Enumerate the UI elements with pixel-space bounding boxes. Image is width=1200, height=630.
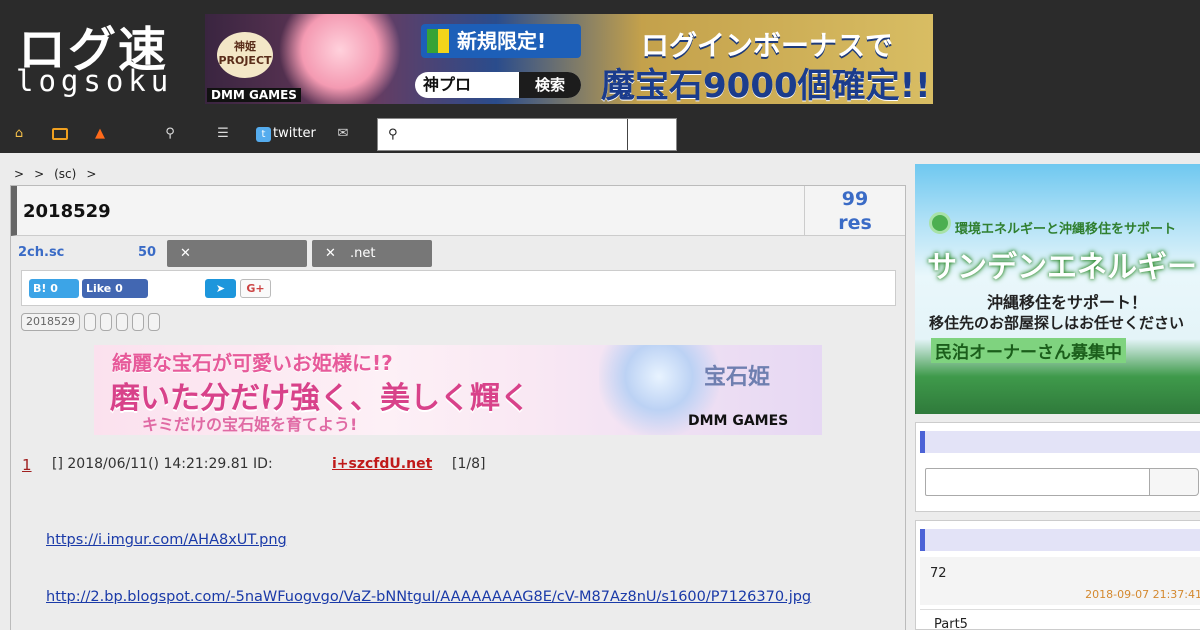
mid-banner-line-1: 綺麗な宝石が可愛いお姫様に!? <box>112 351 393 375</box>
zoom-icon[interactable]: ⚲ <box>162 127 178 141</box>
filter-button-1[interactable]: ✕ <box>167 240 307 267</box>
share-bar: B! 0 Like 0 ➤ G+ <box>21 270 896 306</box>
list-item-title: Part5 <box>934 617 968 630</box>
banner-search-button: 検索 <box>519 72 581 98</box>
twitter-icon: t <box>256 126 271 142</box>
home-icon[interactable]: ⌂ <box>11 127 27 141</box>
post-number[interactable]: 1 <box>22 456 32 474</box>
tag-list: 2018529 <box>21 313 160 333</box>
list-item[interactable]: Part5 <box>920 609 1200 630</box>
board-row: 2ch.sc 50 ✕ ✕ .net <box>11 239 905 267</box>
post-link[interactable]: http://2.bp.blogspot.com/-5naWFuogvgo/Va… <box>46 589 811 605</box>
side-ad-line-1: 環境エネルギーと沖縄移住をサポート <box>955 222 1177 237</box>
board-link[interactable]: 2ch.sc <box>18 245 64 260</box>
breadcrumb-item[interactable]: > <box>86 167 96 181</box>
search-divider <box>627 119 628 150</box>
close-icon: ✕ <box>180 246 191 261</box>
thread-title-bar: 2018529 99 res <box>11 186 905 236</box>
post-id-count: [1/8] <box>452 456 486 472</box>
tag-chip[interactable] <box>84 313 96 331</box>
tag-chip[interactable] <box>116 313 128 331</box>
tag-chip[interactable] <box>100 313 112 331</box>
facebook-like-button[interactable]: Like 0 <box>82 279 148 298</box>
thread-title: 2018529 <box>23 201 111 222</box>
res-count-number: 99 <box>841 188 869 210</box>
breadcrumb: > > (sc) > <box>14 167 96 181</box>
site-header: ログ速 logsoku 神姫 PROJECT DMM GAMES 新規限定! 神… <box>0 0 1200 153</box>
list-item-title: 72 <box>930 566 947 581</box>
res-count[interactable]: 99 res <box>804 186 905 235</box>
main-nav: ⌂ ▲ ⚲ ☰ t twitter ✉ ⚲ <box>0 118 1200 152</box>
side-ad-line-2: サンデンエネルギー <box>927 250 1197 285</box>
mail-icon[interactable]: ✉ <box>335 127 351 141</box>
search-icon: ⚲ <box>388 127 398 142</box>
sidebar-search-input[interactable] <box>925 468 1150 496</box>
hatena-bookmark-button[interactable]: B! 0 <box>29 279 79 298</box>
mid-banner-game-logo: 宝石姫 <box>704 365 771 390</box>
breadcrumb-item[interactable]: > <box>14 167 24 181</box>
sidebar-list-header <box>920 529 1200 551</box>
side-ad-line-5: 民泊オーナーさん募集中 <box>931 338 1126 363</box>
thread-panel: 2018529 99 res 2ch.sc 50 ✕ ✕ .net B! 0 L… <box>10 185 906 630</box>
list-item-date: 2018-09-07 21:37:41 <box>1085 588 1200 601</box>
twitter-share-button[interactable]: ➤ <box>205 279 236 298</box>
filter-button-label: .net <box>350 246 376 261</box>
tag-chip[interactable] <box>148 313 160 331</box>
beginner-mark-icon <box>427 29 449 53</box>
post-link[interactable]: https://i.imgur.com/AHA8xUT.png <box>46 532 287 548</box>
banner-search-text: 神プロ <box>423 75 472 94</box>
search-input[interactable] <box>408 121 626 149</box>
banner-game-logo: 神姫 PROJECT <box>217 32 273 78</box>
filter-button-2[interactable]: ✕ .net <box>312 240 432 267</box>
post-user-id[interactable]: i+szcfdU.net <box>332 456 432 472</box>
top-ad-banner[interactable]: 神姫 PROJECT DMM GAMES 新規限定! 神プロ 検索 ログインボー… <box>205 14 933 104</box>
close-icon: ✕ <box>325 246 336 261</box>
sidebar-thread-list: 72 2018-09-07 21:37:41 Part5 <box>915 520 1200 630</box>
sidebar-search-button[interactable] <box>1149 468 1199 496</box>
flower-icon <box>929 212 951 234</box>
tag-chip[interactable] <box>132 313 144 331</box>
breadcrumb-item[interactable]: (sc) <box>54 167 76 181</box>
side-ad-line-4: 移住先のお部屋探しはお任せください <box>929 314 1185 332</box>
banner-dmm-logo: DMM GAMES <box>207 88 301 102</box>
list-icon[interactable]: ☰ <box>215 127 231 141</box>
mid-banner-line-3: キミだけの宝石姫を育てよう! <box>142 415 358 434</box>
google-plus-button[interactable]: G+ <box>240 279 271 298</box>
banner-headline-2: 魔宝石9000個確定!! <box>601 66 931 104</box>
logo-en: logsoku <box>16 64 174 98</box>
site-search: ⚲ <box>377 118 677 151</box>
site-logo[interactable]: ログ速 logsoku <box>14 8 189 103</box>
sidebar-search-box <box>915 422 1200 512</box>
fire-icon[interactable]: ▲ <box>92 127 108 141</box>
nav-twitter-link[interactable]: t twitter <box>256 125 316 143</box>
sidebar-search-header <box>920 431 1200 453</box>
tv-icon[interactable] <box>52 128 68 140</box>
list-item[interactable]: 72 2018-09-07 21:37:41 <box>920 557 1200 605</box>
breadcrumb-item[interactable]: > <box>34 167 44 181</box>
tag-chip[interactable]: 2018529 <box>21 313 80 331</box>
mid-banner-dmm-logo: DMM GAMES <box>688 413 789 429</box>
side-ad-line-3: 沖縄移住をサポート！ <box>987 293 1148 312</box>
mid-ad-banner[interactable]: 綺麗な宝石が可愛いお姫様に!? 磨いた分だけ強く、美しく輝く キミだけの宝石姫を… <box>94 345 822 435</box>
banner-search-bar: 神プロ 検索 <box>415 72 581 98</box>
thread-count: 50 <box>138 245 157 260</box>
sidebar-ad-banner[interactable]: 環境エネルギーと沖縄移住をサポート サンデンエネルギー 沖縄移住をサポート！ 移… <box>915 164 1200 414</box>
nav-twitter-label: twitter <box>273 126 316 141</box>
post-meta: [] 2018/06/11() 14:21:29.81 ID: <box>52 456 273 472</box>
res-count-label: res <box>838 212 872 234</box>
